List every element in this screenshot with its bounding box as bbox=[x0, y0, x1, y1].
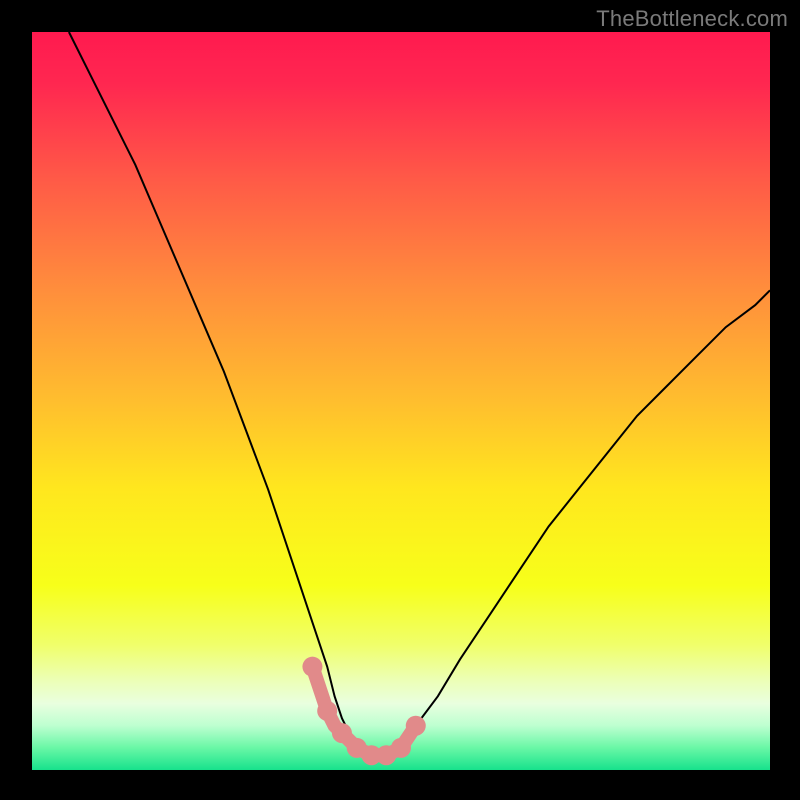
highlight-dot bbox=[391, 738, 411, 758]
highlight-dot bbox=[317, 701, 337, 721]
bottleneck-chart bbox=[0, 0, 800, 800]
watermark-label: TheBottleneck.com bbox=[596, 6, 788, 32]
highlight-dot bbox=[302, 657, 322, 677]
highlight-dot bbox=[332, 723, 352, 743]
plot-background bbox=[32, 32, 770, 770]
highlight-dot bbox=[406, 716, 426, 736]
chart-stage: TheBottleneck.com bbox=[0, 0, 800, 800]
